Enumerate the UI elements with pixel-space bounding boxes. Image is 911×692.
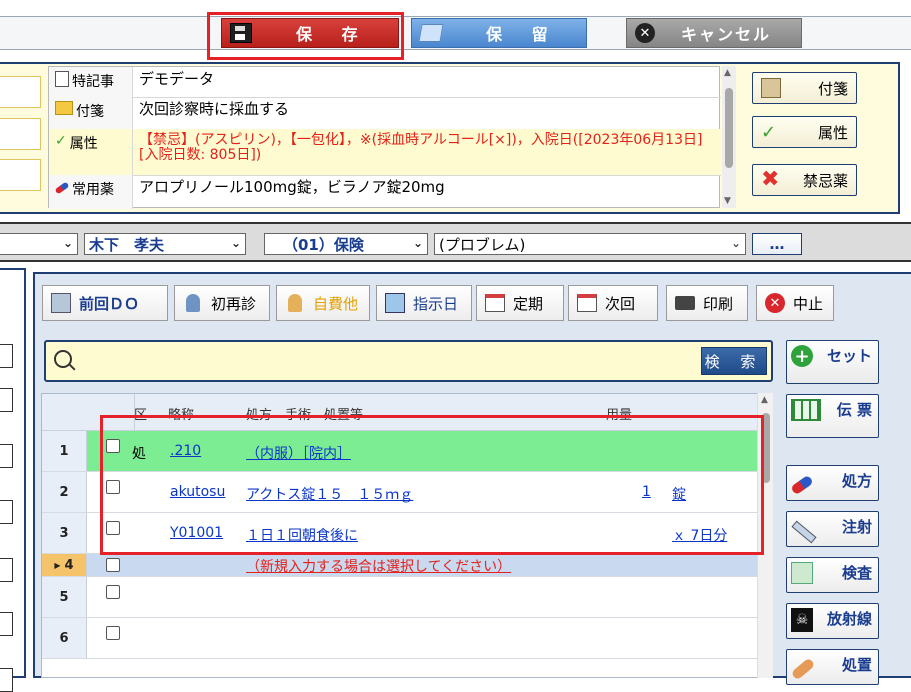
previous-do-button[interactable]: 前回ＤＯ — [42, 285, 168, 321]
insurance-select[interactable]: （01）保険 ⌄ — [264, 233, 428, 255]
chevron-down-icon: ⌄ — [62, 236, 73, 250]
first-revisit-button[interactable]: 初再診 — [174, 285, 270, 321]
xray-icon: ☠ — [791, 608, 813, 632]
sticky-note-icon — [55, 101, 73, 115]
prescription-button[interactable]: 処方 — [786, 465, 879, 501]
chevron-down-icon: ⌄ — [412, 236, 423, 250]
save-button[interactable]: 保 存 — [221, 18, 399, 48]
department-select[interactable]: ⌄ — [0, 233, 78, 255]
notes-scrollbar[interactable]: ▲ ▼ — [722, 66, 736, 208]
left-edge-button[interactable] — [0, 558, 13, 582]
notes-row-regular-meds[interactable]: 常用薬 アロプリノール100mg錠，ビラノア錠20mg — [49, 175, 721, 209]
notes-row-special[interactable]: 特記事 デモデータ — [49, 67, 721, 98]
notes-row-sticky[interactable]: 付箋 次回診察時に採血する — [49, 97, 721, 130]
search-bar[interactable] — [44, 340, 773, 382]
checkmark-icon: ✓ — [55, 133, 67, 149]
next-button[interactable]: 次回 — [568, 285, 658, 321]
left-edge-box — [0, 76, 41, 108]
history-icon — [49, 291, 73, 315]
floppy-disk-icon — [230, 23, 252, 43]
scrollbar-thumb[interactable] — [725, 88, 733, 168]
printer-icon — [673, 291, 697, 315]
pill-icon — [54, 181, 70, 195]
left-edge-button[interactable] — [0, 612, 13, 636]
chevron-down-icon: ⌄ — [730, 236, 741, 250]
radiology-button[interactable]: ☠ 放射線 — [786, 603, 879, 639]
row-checkbox[interactable] — [106, 585, 120, 599]
self-pay-button[interactable]: 自費他 — [276, 285, 370, 321]
chevron-down-icon: ⌄ — [230, 236, 241, 250]
memo-icon — [55, 71, 69, 87]
doctor-select[interactable]: 木下 孝夫 ⌄ — [84, 233, 246, 255]
search-icon-handle — [68, 363, 76, 371]
cross-icon: ✖ — [761, 167, 780, 192]
pill-icon — [790, 474, 814, 496]
more-button[interactable]: … — [752, 233, 802, 255]
table-row-new[interactable]: ▶ 4 （新規入力する場合は選択してください） — [42, 554, 759, 577]
left-edge-box — [0, 118, 41, 150]
table-row[interactable]: 5 — [42, 577, 759, 618]
sticky-note-icon — [761, 78, 781, 98]
table-icon — [791, 399, 821, 421]
instruction-date-button[interactable]: 指示日 — [376, 285, 472, 321]
cancel-button[interactable]: ✕ キャンセル — [626, 18, 802, 48]
stop-button[interactable]: ✕ 中止 — [756, 285, 834, 321]
close-icon: ✕ — [763, 291, 787, 315]
row-checkbox[interactable] — [106, 626, 120, 640]
plus-icon: + — [791, 345, 813, 367]
left-edge-button[interactable] — [0, 500, 13, 524]
table-row[interactable]: 6 — [42, 618, 759, 659]
left-edge-button[interactable] — [0, 388, 13, 412]
folder-icon — [418, 24, 444, 42]
contraindicated-drug-button[interactable]: ✖ 禁忌薬 — [752, 164, 857, 196]
calendar-icon — [575, 291, 599, 315]
clipboard-icon — [791, 562, 813, 584]
calendar-plus-icon — [383, 291, 407, 315]
slip-button[interactable]: 伝 票 — [786, 394, 879, 438]
syringe-icon — [791, 520, 817, 544]
selector-row: ⌄ 木下 孝夫 ⌄ （01）保険 ⌄ (プロブレム) ⌄ … — [0, 222, 911, 262]
close-icon: ✕ — [635, 23, 655, 43]
patient-notes-table: 特記事 デモデータ 付箋 次回診察時に採血する ✓ 属性 【禁忌】(アスピリン)… — [48, 66, 721, 209]
problem-select[interactable]: (プロブレム) ⌄ — [434, 233, 746, 255]
print-button[interactable]: 印刷 — [666, 285, 748, 321]
attribute-button[interactable]: ✓ 属性 — [752, 116, 857, 148]
doctor-icon — [181, 291, 205, 315]
regular-button[interactable]: 定期 — [476, 285, 564, 321]
row-checkbox[interactable] — [106, 558, 120, 572]
scroll-up-icon[interactable]: ▲ — [724, 68, 731, 78]
sticky-note-button[interactable]: 付箋 — [752, 72, 857, 104]
hold-button[interactable]: 保 留 — [411, 18, 587, 48]
left-edge-button[interactable] — [0, 444, 13, 468]
scroll-up-icon[interactable]: ▲ — [761, 395, 768, 405]
injection-button[interactable]: 注射 — [786, 511, 879, 547]
procedure-button[interactable]: 処置 — [786, 649, 879, 685]
bandage-icon — [790, 657, 816, 681]
left-edge-button[interactable] — [0, 344, 13, 368]
left-panel-edge — [0, 268, 26, 692]
person-icon — [283, 291, 307, 315]
notes-row-attribute[interactable]: ✓ 属性 【禁忌】(アスピリン)，【一包化】，※(採血時アルコール[×])，入院… — [49, 129, 721, 176]
test-button[interactable]: 検査 — [786, 557, 879, 593]
calendar-icon — [483, 291, 507, 315]
set-button[interactable]: + セット — [786, 340, 879, 384]
scroll-down-icon[interactable]: ▼ — [724, 196, 731, 206]
checkmark-icon: ✓ — [761, 121, 777, 143]
left-edge-box — [0, 159, 41, 191]
search-button[interactable]: 検 索 — [701, 347, 767, 375]
highlight-frame — [100, 415, 764, 555]
left-edge-button[interactable] — [0, 668, 13, 692]
row-pointer-icon: ▶ — [54, 560, 61, 570]
